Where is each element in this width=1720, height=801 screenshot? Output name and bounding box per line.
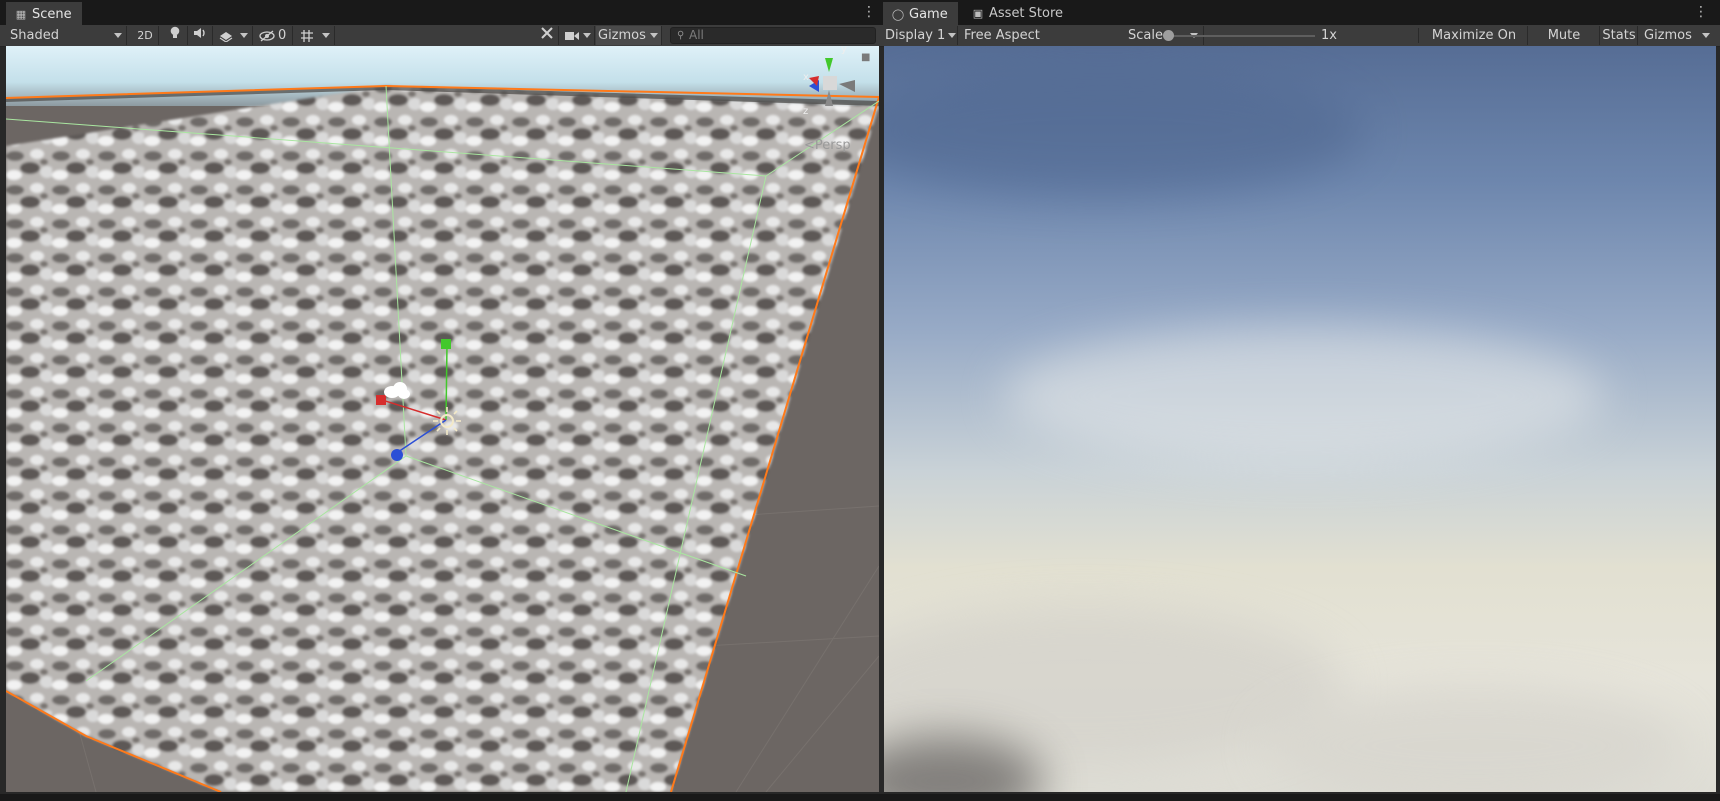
tools-icon: [541, 27, 553, 39]
scene-viewport[interactable]: z y x ■ <Persp: [6, 46, 879, 792]
hidden-count: 0: [278, 28, 287, 43]
lighting-toggle-button[interactable]: [163, 26, 188, 45]
toggle-2d-label: 2D: [137, 29, 153, 42]
tab-game-label: Game: [909, 7, 948, 22]
game-gizmos-label: Gizmos: [1644, 28, 1692, 43]
toggle-2d-button[interactable]: 2D: [132, 26, 159, 45]
sun-icon: [433, 407, 461, 435]
camera-icon: [565, 32, 579, 40]
gizmos-dropdown[interactable]: Gizmos: [596, 26, 662, 45]
game-tabbar: ◯ Game ▣ Asset Store ⋮: [880, 0, 1720, 26]
stats-button[interactable]: Stats: [1601, 26, 1638, 45]
more-icon[interactable]: ⋮: [1694, 5, 1708, 19]
lightbulb-icon: [170, 26, 180, 38]
aspect-label: Free Aspect: [964, 28, 1040, 43]
effects-dropdown[interactable]: [214, 26, 253, 45]
scale-label: Scale: [1128, 28, 1163, 43]
status-bar: [0, 794, 1720, 801]
tab-game[interactable]: ◯ Game: [883, 2, 958, 26]
chevron-down-icon: [1702, 33, 1710, 38]
cloud-icon: [384, 382, 410, 399]
axis-z-label: z: [803, 106, 809, 117]
grid-snapping-dropdown[interactable]: [296, 26, 335, 45]
lock-icon: ▣: [972, 7, 984, 20]
game-controller-icon: ◯: [891, 8, 905, 21]
audio-icon: [194, 28, 205, 38]
chevron-down-icon: [948, 33, 956, 38]
chevron-down-icon: [583, 33, 591, 38]
game-gizmos-dropdown[interactable]: Gizmos: [1639, 26, 1715, 45]
projection-toggle[interactable]: <Persp: [804, 138, 851, 153]
game-panel: ◯ Game ▣ Asset Store ⋮ Display 1 Free Aspe…: [880, 0, 1720, 794]
chevron-left-icon: <: [804, 138, 815, 153]
search-placeholder: All: [689, 28, 704, 42]
search-icon: ⚲: [677, 30, 685, 41]
display-dropdown[interactable]: Display 1: [880, 26, 958, 45]
grid-icon: [301, 30, 313, 42]
chevron-down-icon: [322, 33, 330, 38]
scale-value: 1x: [1321, 28, 1337, 43]
more-icon[interactable]: ⋮: [862, 5, 876, 19]
gizmos-label: Gizmos: [598, 28, 646, 43]
scene-toolbar: Shaded 2D 0 Gizmos ⚲ All: [0, 25, 880, 47]
scene-tabbar: ▦ Scene ⋮: [0, 0, 880, 26]
visibility-icon: [259, 30, 275, 42]
cloud-shape: [884, 66, 1364, 196]
axis-x-label: x: [803, 72, 809, 83]
tab-asset-store-label: Asset Store: [989, 6, 1064, 21]
tab-asset-store[interactable]: ▣ Asset Store: [963, 3, 1073, 25]
tab-scene[interactable]: ▦ Scene: [6, 2, 82, 26]
tools-button[interactable]: [536, 26, 559, 45]
game-viewport[interactable]: [884, 46, 1716, 792]
chevron-down-icon: [114, 33, 122, 38]
shading-mode-dropdown[interactable]: Shaded: [0, 26, 127, 45]
chevron-down-icon: [240, 33, 248, 38]
game-toolbar: Display 1 Free Aspect Scale 1x Maximize …: [880, 25, 1720, 62]
camera-settings-dropdown[interactable]: [562, 26, 595, 45]
search-field[interactable]: ⚲ All: [670, 27, 876, 44]
scale-slider-thumb[interactable]: [1163, 30, 1174, 41]
mute-audio-button[interactable]: Mute Audio: [1529, 26, 1600, 62]
scene-panel: ▦ Scene ⋮ Shaded 2D 0 Gizmos ⚲ All z y x…: [0, 0, 880, 794]
cloud-shape: [1004, 326, 1604, 466]
tab-scene-label: Scene: [32, 7, 72, 22]
stats-label: Stats: [1602, 28, 1636, 43]
effects-icon: [219, 32, 233, 42]
audio-toggle-button[interactable]: [188, 26, 213, 45]
toolbar-divider: [1418, 28, 1419, 43]
hidden-objects-toggle[interactable]: 0: [256, 26, 293, 45]
scale-slider-track[interactable]: [1169, 35, 1315, 37]
chevron-down-icon: [650, 33, 658, 38]
cloud-shape: [1264, 686, 1684, 792]
maximize-on-play-button[interactable]: Maximize On Play: [1421, 26, 1528, 62]
scene-grid-icon: ▦: [15, 8, 27, 21]
axis-y-label: y: [841, 46, 847, 55]
shading-mode-label: Shaded: [10, 28, 59, 43]
display-label: Display 1: [885, 28, 946, 43]
projection-label: Persp: [814, 138, 851, 153]
lock-icon[interactable]: ■: [861, 52, 870, 63]
